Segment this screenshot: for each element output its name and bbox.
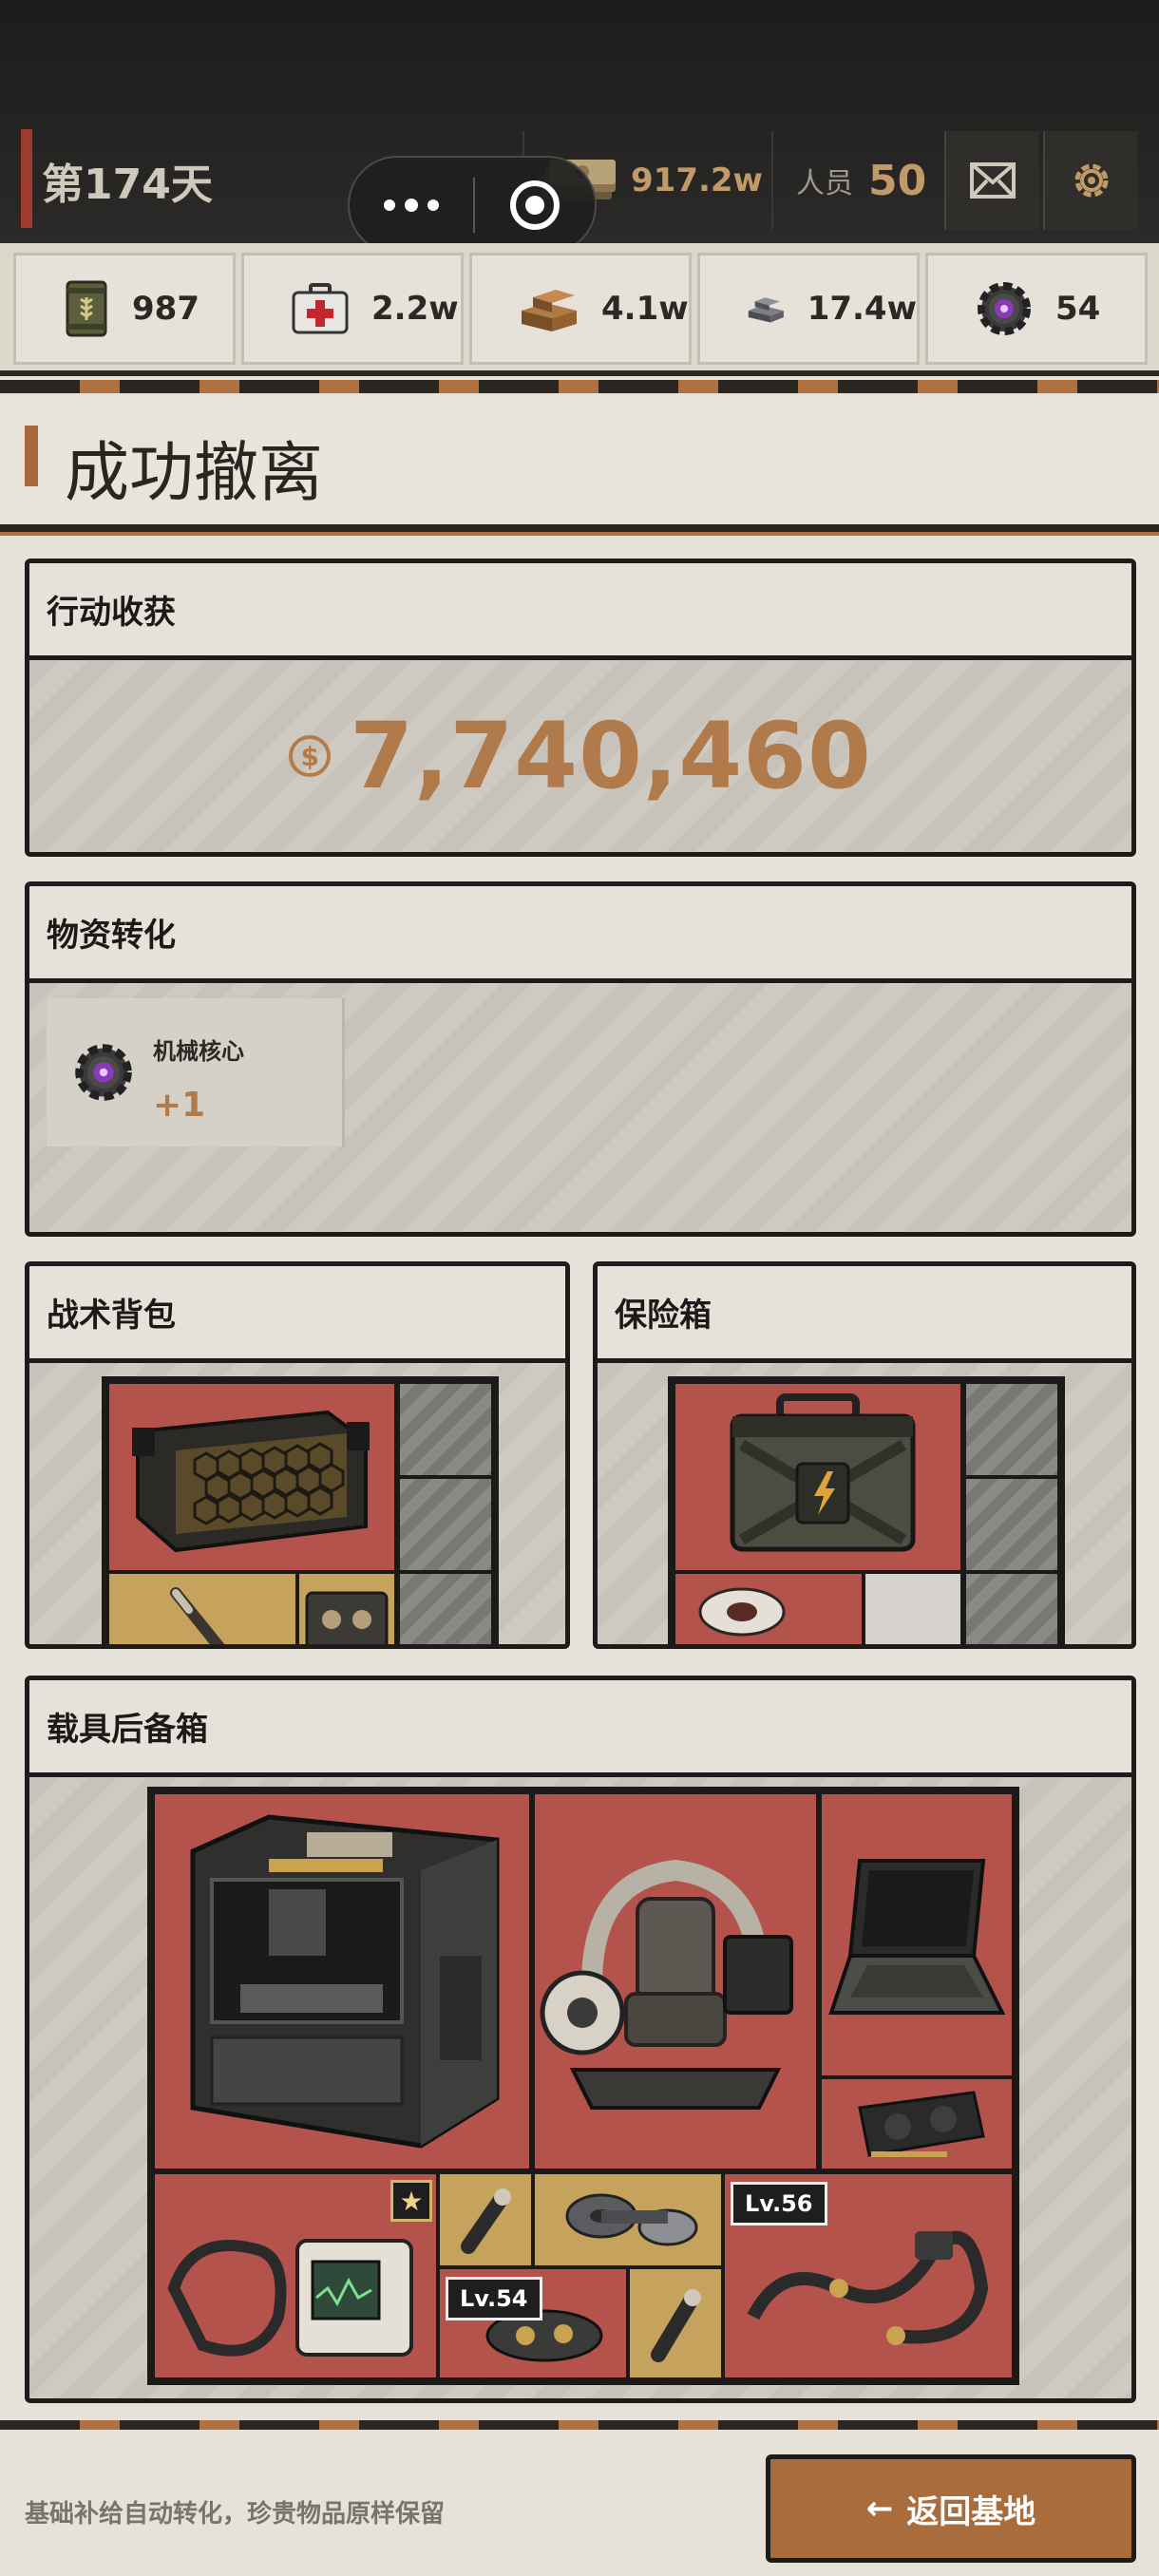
inventory-slot[interactable] [440, 2174, 531, 2265]
arrow-left-icon: ← [865, 2490, 894, 2528]
panel-title: 物资转化 [47, 917, 176, 955]
metal-ingots-icon [748, 297, 784, 323]
laptop-icon [828, 1859, 1006, 2015]
resource-value: 17.4w [807, 290, 917, 328]
harvest-panel: 行动收获 $ 7,740,460 [25, 559, 1136, 857]
inventory-slot[interactable] [675, 1384, 960, 1570]
top-bar: 第174天 917.2w 人员 50 [0, 0, 1159, 255]
people-label: 人员 [796, 167, 853, 200]
locked-slot [400, 1479, 491, 1570]
people-count: 50 [868, 156, 927, 205]
inventory-slot[interactable] [675, 1574, 862, 1644]
page-header: 成功撤离 [0, 393, 1159, 532]
locked-slot [966, 1384, 1057, 1475]
trunk-panel: 载具后备箱 ★ Lv.56 Lv.54 [25, 1676, 1136, 2403]
flashlight-icon [461, 2188, 511, 2254]
divider [0, 524, 1159, 536]
mech-core-icon [978, 282, 1031, 335]
wood-planks-icon [522, 290, 577, 331]
coin-icon: $ [289, 735, 332, 777]
return-base-label: 返回基地 [906, 2492, 1036, 2531]
trunk-grid: ★ Lv.56 Lv.54 [147, 1787, 1019, 2385]
target-icon [510, 180, 560, 230]
return-base-button[interactable]: ← 返回基地 [766, 2454, 1136, 2563]
empty-slot[interactable] [865, 1574, 960, 1644]
resource-food: 987 [13, 253, 236, 365]
panel-title: 载具后备箱 [47, 1711, 208, 1749]
inventory-slot[interactable] [535, 1794, 816, 2169]
resource-metal: 17.4w [697, 253, 920, 365]
locked-slot [966, 1479, 1057, 1570]
inventory-slot[interactable]: Lv.54 [440, 2269, 626, 2377]
people-display: 人员 50 [771, 131, 940, 230]
power-case-icon [730, 1393, 916, 1552]
conversion-item: 机械核心 +1 [47, 998, 345, 1146]
conversion-item-count: +1 [153, 1086, 206, 1125]
medkit-icon [292, 283, 349, 334]
title-accent-bar [25, 426, 38, 486]
settings-button[interactable] [1043, 131, 1138, 230]
conversion-item-name: 机械核心 [153, 1038, 244, 1065]
panel-title: 保险箱 [615, 1297, 712, 1335]
harvest-amount: 7,740,460 [350, 703, 872, 809]
inventory-slot[interactable] [822, 2079, 1012, 2169]
resource-value: 2.2w [371, 290, 459, 328]
harvest-value: $ 7,740,460 [29, 660, 1131, 852]
footer: 基础补给自动转化，珍贵物品原样保留 ← 返回基地 [0, 2430, 1159, 2576]
graphics-card-icon [858, 2091, 985, 2157]
resource-bar: 987 2.2w 4.1w 17.4w 54 [0, 243, 1159, 376]
mini-program-capsule [348, 156, 597, 255]
grain-can-icon [66, 280, 107, 337]
money-value: 917.2w [631, 161, 763, 199]
canister-icon [698, 1587, 786, 1637]
day-accent-bar [21, 129, 32, 228]
inventory-slot[interactable] [109, 1384, 394, 1570]
inventory-slot[interactable] [822, 1794, 1012, 2075]
safebox-grid [668, 1376, 1065, 1644]
resource-wood: 4.1w [469, 253, 692, 365]
locked-slot [966, 1574, 1057, 1644]
gear-icon [1074, 163, 1109, 198]
locked-slot [400, 1574, 491, 1644]
inventory-slot[interactable] [630, 2269, 721, 2377]
honeycomb-crate-icon [132, 1410, 370, 1553]
panel-title: 行动收获 [47, 594, 176, 632]
favorite-star-badge: ★ [390, 2180, 432, 2222]
backpack-grid [102, 1376, 499, 1644]
inventory-slot[interactable] [535, 2174, 721, 2265]
hazard-stripe [0, 380, 1159, 393]
mail-button[interactable] [944, 131, 1039, 230]
level-badge: Lv.56 [731, 2182, 827, 2226]
close-button[interactable] [475, 180, 595, 230]
more-button[interactable] [350, 158, 473, 253]
inventory-slot[interactable] [155, 1794, 529, 2169]
level-badge: Lv.54 [446, 2277, 542, 2320]
radio-device-icon [305, 1591, 389, 1644]
tape-roll-icon [565, 2193, 698, 2246]
day-counter: 第174天 [42, 161, 213, 209]
footer-tip: 基础补给自动转化，珍贵物品原样保留 [25, 2500, 446, 2529]
page-title: 成功撤离 [65, 436, 324, 511]
inventory-slot[interactable] [109, 1574, 295, 1644]
flashlight-icon [651, 2289, 701, 2362]
inventory-slot[interactable]: ★ [155, 2174, 436, 2377]
mech-core-icon [75, 1044, 132, 1101]
resource-mech-core: 54 [925, 253, 1148, 365]
inventory-slot[interactable]: Lv.56 [725, 2174, 1012, 2377]
pilot-chair-icon [540, 1859, 793, 2110]
backpack-panel: 战术背包 [25, 1261, 570, 1649]
resource-value: 54 [1055, 290, 1101, 328]
conversion-panel: 物资转化 机械核心 +1 [25, 881, 1136, 1237]
mail-icon [970, 162, 1016, 199]
inventory-slot[interactable] [299, 1574, 394, 1644]
resource-medicine: 2.2w [241, 253, 464, 365]
3d-printer-icon [190, 1814, 500, 2149]
panel-title: 战术背包 [47, 1297, 176, 1335]
resource-value: 987 [132, 290, 200, 328]
tool-icon [170, 1587, 225, 1644]
locked-slot [400, 1384, 491, 1475]
safebox-panel: 保险箱 [593, 1261, 1136, 1649]
resource-value: 4.1w [601, 290, 689, 328]
